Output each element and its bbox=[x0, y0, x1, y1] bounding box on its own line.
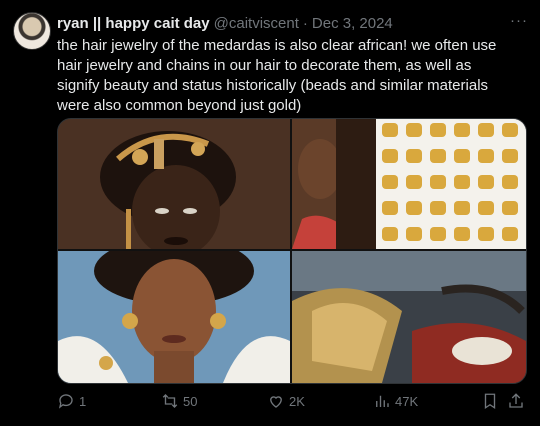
media-image-2[interactable] bbox=[292, 119, 526, 249]
author-handle[interactable]: @caitviscent bbox=[214, 15, 299, 32]
reply-icon bbox=[58, 394, 73, 409]
tweet-date[interactable]: Dec 3, 2024 bbox=[312, 15, 393, 32]
like-button[interactable]: 2K bbox=[267, 392, 305, 410]
reply-count: 1 bbox=[79, 393, 87, 409]
heart-icon bbox=[270, 396, 282, 408]
avatar[interactable] bbox=[13, 12, 51, 50]
action-bar: 1 50 2K 47K bbox=[57, 392, 528, 414]
tweet-text: the hair jewelry of the medardas is also… bbox=[57, 37, 497, 114]
repost-button[interactable]: 50 bbox=[161, 392, 197, 410]
views-button[interactable]: 47K bbox=[373, 392, 418, 410]
media-image-3[interactable] bbox=[58, 251, 290, 383]
repost-count: 50 bbox=[183, 393, 198, 409]
share-icon bbox=[509, 393, 523, 408]
author-name[interactable]: ryan || happy cait day bbox=[57, 15, 210, 32]
more-options-icon[interactable]: ··· bbox=[510, 12, 528, 29]
reply-button[interactable]: 1 bbox=[57, 392, 86, 410]
media-grid bbox=[57, 118, 527, 384]
like-count: 2K bbox=[289, 393, 305, 409]
media-image-4[interactable] bbox=[292, 251, 526, 383]
bookmark-button[interactable] bbox=[481, 392, 499, 410]
share-button[interactable] bbox=[507, 392, 525, 410]
view-count: 47K bbox=[395, 393, 419, 409]
media-image-1[interactable] bbox=[58, 119, 290, 249]
views-icon bbox=[376, 395, 389, 407]
repost-icon bbox=[162, 394, 178, 408]
tweet-header: ryan || happy cait day @caitviscent · De… bbox=[57, 12, 528, 34]
bookmark-icon bbox=[484, 393, 496, 410]
separator: · bbox=[302, 14, 308, 32]
